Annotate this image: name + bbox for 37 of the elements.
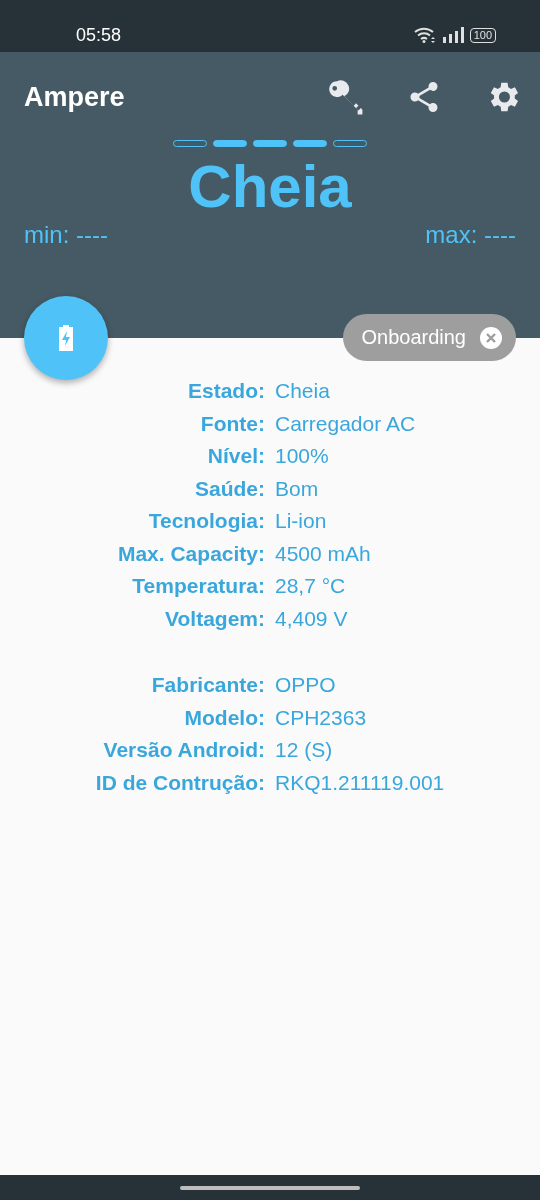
status-time: 05:58 xyxy=(76,24,122,46)
battery-indicator: 100 xyxy=(469,27,496,43)
close-icon[interactable] xyxy=(480,326,502,349)
info-value: RKQ1.211119.001 xyxy=(275,770,446,795)
min-value: min: ---- xyxy=(24,221,108,249)
home-handle[interactable] xyxy=(180,1185,360,1190)
battery-fab[interactable] xyxy=(24,296,108,380)
onboarding-chip[interactable]: Onboarding xyxy=(343,314,516,361)
info-label: Nível: xyxy=(206,444,265,469)
info-label: Modelo: xyxy=(183,705,265,730)
battery-charging-icon xyxy=(58,325,74,351)
info-label: Voltagem: xyxy=(164,606,265,631)
info-label: Max. Capacity: xyxy=(116,541,265,566)
info-value: 4,409 V xyxy=(275,606,349,631)
info-value: OPPO xyxy=(275,673,337,698)
max-value: max: ---- xyxy=(425,221,516,249)
info-label: Fabricante: xyxy=(150,673,265,698)
info-value: 28,7 °C xyxy=(275,574,347,599)
info-label: Tecnologia: xyxy=(147,509,265,534)
info-value: 100% xyxy=(275,444,330,469)
info-label: Fonte: xyxy=(199,411,265,436)
app-title: Ampere xyxy=(24,81,125,113)
info-label: Temperatura: xyxy=(131,574,265,599)
info-value: Cheia xyxy=(275,379,331,404)
signal-icon xyxy=(441,27,464,43)
info-value: Carregador AC xyxy=(275,411,417,436)
info-value: 4500 mAh xyxy=(275,541,372,566)
info-label: Saúde: xyxy=(194,476,265,501)
info-value: 12 (S) xyxy=(275,738,334,763)
info-label: ID de Contrução: xyxy=(94,770,265,795)
info-value: Li-ion xyxy=(275,509,328,534)
info-label: Versão Android: xyxy=(102,738,265,763)
info-value: CPH2363 xyxy=(275,705,368,730)
wifi-icon xyxy=(413,27,436,43)
charge-status: Cheia xyxy=(187,152,353,222)
info-value: Bom xyxy=(275,476,320,501)
info-label: Estado: xyxy=(187,379,265,404)
